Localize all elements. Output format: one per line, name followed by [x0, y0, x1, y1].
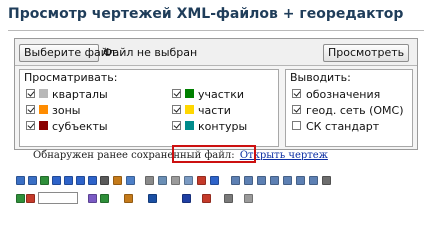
- title-divider: [8, 30, 424, 31]
- save-icon[interactable]: [182, 194, 191, 203]
- color-swatch: [185, 89, 194, 98]
- zoom-out-icon[interactable]: [28, 176, 37, 185]
- arrow-up-icon[interactable]: [64, 176, 73, 185]
- zoom-input[interactable]: [38, 192, 78, 204]
- view-option-label: субъекты: [52, 120, 108, 133]
- checkbox[interactable]: [172, 121, 181, 130]
- view-option-label: контуры: [198, 120, 248, 133]
- output-option-label: геод. сеть (ОМС): [306, 104, 404, 117]
- color-swatch: [39, 121, 48, 130]
- ruler-icon[interactable]: [113, 176, 122, 185]
- output-option-label: обозначения: [306, 88, 381, 101]
- table-icon[interactable]: [231, 176, 240, 185]
- measure-icon[interactable]: [126, 176, 135, 185]
- color-swatch: [39, 89, 48, 98]
- checkbox[interactable]: [292, 121, 301, 130]
- merge-icon[interactable]: [296, 176, 305, 185]
- control-panel: Выберите файл Файл не выбран Просмотреть…: [14, 38, 418, 150]
- arrow-right-icon[interactable]: [88, 176, 97, 185]
- choose-file-button[interactable]: Выберите файл: [19, 44, 115, 62]
- view-option-label: зоны: [52, 104, 81, 117]
- layer-icon[interactable]: [171, 176, 180, 185]
- highlight-box: [172, 145, 256, 163]
- print-icon[interactable]: [322, 176, 331, 185]
- checkbox[interactable]: [26, 121, 35, 130]
- grid-icon[interactable]: [158, 176, 167, 185]
- checkbox[interactable]: [172, 105, 181, 114]
- view-option-label: участки: [198, 88, 244, 101]
- file-bar: Выберите файл Файл не выбран Просмотреть: [15, 39, 417, 66]
- checkbox[interactable]: [292, 89, 301, 98]
- checkbox[interactable]: [26, 89, 35, 98]
- output-options-group: Выводить: обозначения геод. сеть (ОМС) С…: [285, 69, 413, 147]
- checkbox[interactable]: [172, 89, 181, 98]
- delete-icon[interactable]: [197, 176, 206, 185]
- view-option-label: кварталы: [52, 88, 108, 101]
- color-swatch: [185, 105, 194, 114]
- view-option-label: части: [198, 104, 231, 117]
- view-button[interactable]: Просмотреть: [323, 44, 409, 62]
- arrow-left-icon[interactable]: [52, 176, 61, 185]
- line-icon[interactable]: [88, 194, 97, 203]
- view-options-group: Просматривать: кварталы зоны субъекты уч…: [19, 69, 279, 147]
- export-icon[interactable]: [202, 194, 211, 203]
- edit-icon[interactable]: [16, 194, 25, 203]
- output-options-legend: Выводить:: [290, 71, 351, 84]
- frame-icon[interactable]: [257, 176, 266, 185]
- undo-icon[interactable]: [210, 176, 219, 185]
- copy-icon[interactable]: [184, 176, 193, 185]
- overlap-icon[interactable]: [309, 176, 318, 185]
- checkbox[interactable]: [26, 105, 35, 114]
- settings-icon[interactable]: [244, 194, 253, 203]
- color-swatch: [39, 105, 48, 114]
- select-area-icon[interactable]: [145, 176, 154, 185]
- text-icon[interactable]: [148, 194, 157, 203]
- split-icon[interactable]: [283, 176, 292, 185]
- view-options-legend: Просматривать:: [24, 71, 118, 84]
- list-icon[interactable]: [244, 176, 253, 185]
- pan-text-icon[interactable]: [100, 176, 109, 185]
- output-option-label: СК стандарт: [306, 120, 380, 133]
- import-icon[interactable]: [224, 194, 233, 203]
- color-swatch: [185, 121, 194, 130]
- page-title: Просмотр чертежей XML-файлов + георедакт…: [8, 6, 404, 22]
- polygon-icon[interactable]: [100, 194, 109, 203]
- window-icon[interactable]: [270, 176, 279, 185]
- zoom-fit-icon[interactable]: [40, 176, 49, 185]
- node-icon[interactable]: [26, 194, 35, 203]
- zoom-in-icon[interactable]: [16, 176, 25, 185]
- arrow-down-icon[interactable]: [76, 176, 85, 185]
- no-file-label: Файл не выбран: [103, 46, 198, 59]
- point-icon[interactable]: [124, 194, 133, 203]
- checkbox[interactable]: [292, 105, 301, 114]
